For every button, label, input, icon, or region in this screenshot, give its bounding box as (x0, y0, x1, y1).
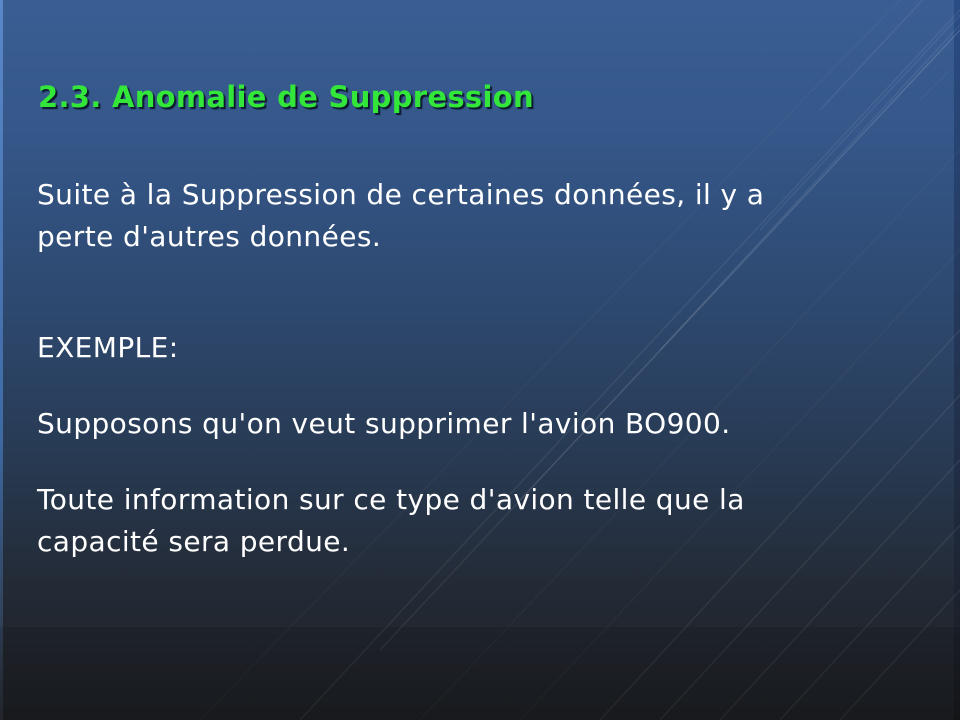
example-text: Supposons qu'on veut supprimer l'avion B… (37, 407, 731, 440)
slide-title: 2.3. Anomalie de Suppression (38, 80, 534, 114)
paragraph-line: Suite à la Suppression de certaines donn… (37, 178, 765, 211)
paragraph-line: Toute information sur ce type d'avion te… (37, 483, 745, 516)
paragraph-line: capacité sera perdue. (37, 525, 351, 558)
paragraph-consequence: Toute information sur ce type d'avion te… (37, 479, 745, 563)
example-heading: EXEMPLE: (37, 331, 179, 364)
paragraph-deletion-anomaly: Suite à la Suppression de certaines donn… (37, 174, 764, 258)
slide: 2.3. Anomalie de Suppression Suite à la … (0, 0, 960, 720)
paragraph-line: perte d'autres données. (37, 220, 382, 253)
bottom-band (0, 626, 960, 720)
